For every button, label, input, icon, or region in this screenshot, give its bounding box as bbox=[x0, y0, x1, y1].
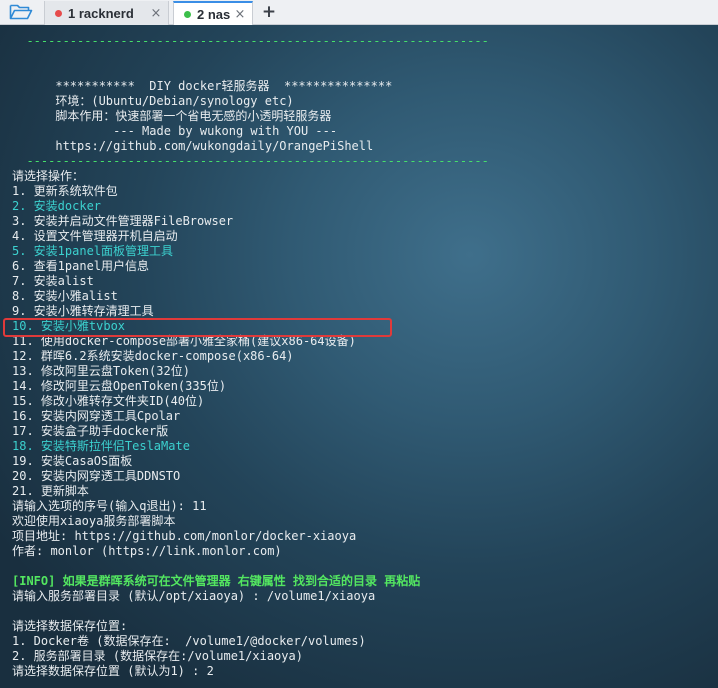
terminal-line: 18. 安装特斯拉伴侣TeslaMate bbox=[12, 439, 190, 453]
terminal-line: 5. 安装1panel面板管理工具 bbox=[12, 244, 174, 258]
close-icon[interactable]: × bbox=[148, 6, 164, 21]
tab-label: 2 nas bbox=[197, 7, 231, 22]
terminal-line: --- Made by wukong with YOU --- bbox=[12, 124, 338, 138]
terminal-line: 12. 群晖6.2系统安装docker-compose(x86-64) bbox=[12, 349, 294, 363]
terminal-output[interactable]: ----------------------------------------… bbox=[0, 25, 718, 688]
tab-nas[interactable]: 2 nas × bbox=[173, 1, 253, 26]
terminal-line: 环境：(Ubuntu/Debian/synology etc) bbox=[12, 94, 294, 108]
terminal-line: 作者: monlor (https://link.monlor.com) bbox=[12, 544, 282, 558]
terminal-line: 请选择数据保存位置: bbox=[12, 619, 128, 633]
terminal-line: 1. Docker卷 (数据保存在: /volume1/@docker/volu… bbox=[12, 634, 366, 648]
tab-label: 1 racknerd bbox=[68, 5, 134, 21]
terminal-line: 请输入服务部署目录 (默认/opt/xiaoya) : /volume1/xia… bbox=[12, 589, 376, 603]
terminal-line: 脚本作用：快速部署一个省电无感的小透明轻服务器 bbox=[12, 109, 332, 123]
terminal-line: 13. 修改阿里云盘Token(32位) bbox=[12, 364, 190, 378]
terminal-line: 3. 安装并启动文件管理器FileBrowser bbox=[12, 214, 234, 228]
terminal-line: 20. 安装内网穿透工具DDNSTO bbox=[12, 469, 181, 483]
terminal-line: 4. 设置文件管理器开机自启动 bbox=[12, 229, 178, 243]
open-folder-button[interactable] bbox=[4, 2, 38, 22]
terminal-line: 19. 安装CasaOS面板 bbox=[12, 454, 133, 468]
terminal-line: [INFO] 如果是群晖系统可在文件管理器 右键属性 找到合适的目录 再粘贴 bbox=[12, 574, 421, 588]
folder-open-icon bbox=[9, 4, 33, 20]
terminal-line: ----------------------------------------… bbox=[12, 154, 489, 168]
close-icon[interactable]: × bbox=[232, 7, 248, 22]
terminal-line: 16. 安装内网穿透工具Cpolar bbox=[12, 409, 181, 423]
terminal-line: https://github.com/wukongdaily/OrangePiS… bbox=[12, 139, 374, 153]
terminal-line: 10. 安装小雅tvbox bbox=[12, 319, 126, 333]
highlighted-terminal-line: 11. 使用docker-compose部署小雅全家桶(建议x86-64设备) bbox=[12, 334, 356, 348]
terminal-line: 请输入选项的序号(输入q退出): 11 bbox=[12, 499, 207, 513]
plus-icon[interactable]: + bbox=[259, 1, 279, 23]
terminal-line: 8. 安装小雅alist bbox=[12, 289, 118, 303]
terminal-line: 7. 安装alist bbox=[12, 274, 94, 288]
tab-racknerd[interactable]: 1 racknerd × bbox=[44, 1, 169, 25]
terminal-text: ----------------------------------------… bbox=[12, 34, 489, 679]
terminal-line: 欢迎使用xiaoya服务部署脚本 bbox=[12, 514, 176, 528]
terminal-line: 17. 安装盒子助手docker版 bbox=[12, 424, 169, 438]
terminal-line: 项目地址: https://github.com/monlor/docker-x… bbox=[12, 529, 357, 543]
terminal-line: ----------------------------------------… bbox=[12, 34, 489, 48]
terminal-line: 请选择操作： bbox=[12, 169, 85, 183]
terminal-window: 1 racknerd × 2 nas × + -----------------… bbox=[0, 0, 718, 688]
tab-bar: 1 racknerd × 2 nas × + bbox=[0, 0, 718, 26]
terminal-line: 2. 服务部署目录 (数据保存在:/volume1/xiaoya) bbox=[12, 649, 303, 663]
status-dot bbox=[184, 11, 191, 18]
terminal-line: 1. 更新系统软件包 bbox=[12, 184, 118, 198]
terminal-line: 15. 修改小雅转存文件夹ID(40位) bbox=[12, 394, 205, 408]
terminal-line: *********** DIY docker轻服务器 *************… bbox=[12, 79, 393, 93]
terminal-line: 请选择数据保存位置 (默认为1) : 2 bbox=[12, 664, 214, 678]
terminal-line: 21. 更新脚本 bbox=[12, 484, 89, 498]
terminal-line: 6. 查看1panel用户信息 bbox=[12, 259, 150, 273]
status-dot bbox=[55, 9, 62, 17]
terminal-line: 14. 修改阿里云盘OpenToken(335位) bbox=[12, 379, 227, 393]
terminal-line: 2. 安装docker bbox=[12, 199, 102, 213]
terminal-line: 9. 安装小雅转存清理工具 bbox=[12, 304, 154, 318]
